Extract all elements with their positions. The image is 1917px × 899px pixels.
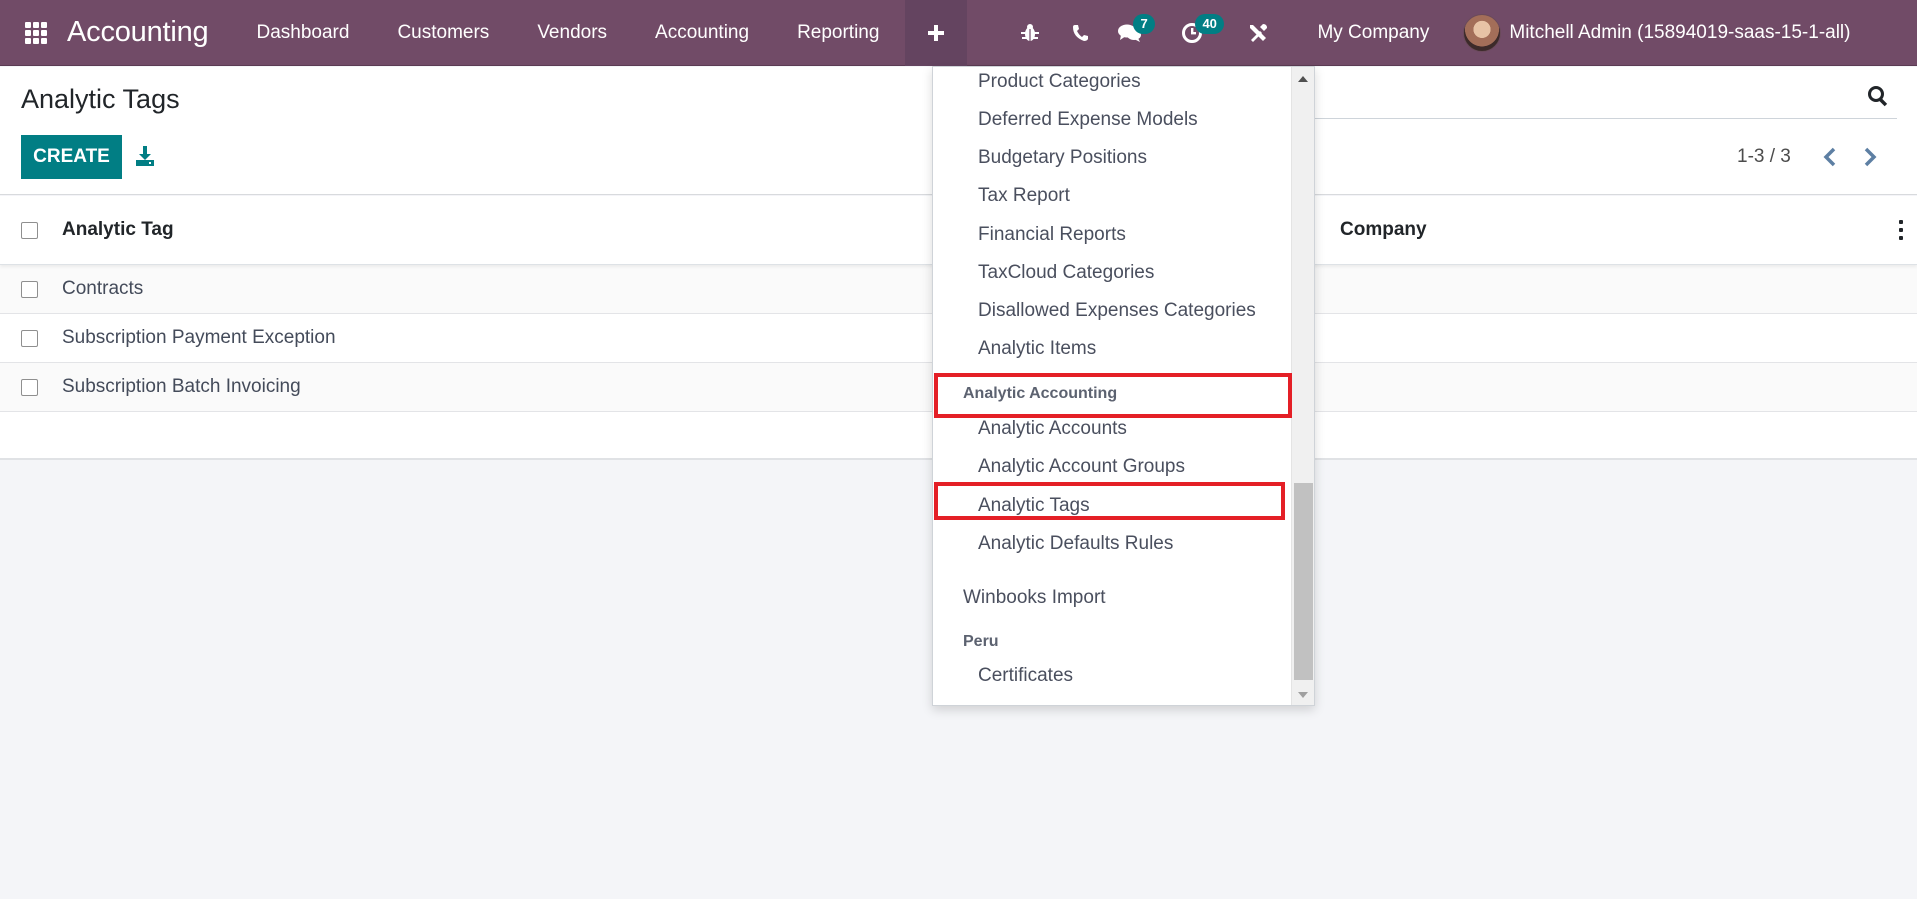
activity-clock-icon[interactable]: 40	[1167, 0, 1224, 66]
menu-item-winbooks-import[interactable]: Winbooks Import	[963, 587, 1106, 609]
column-analytic-tag[interactable]: Analytic Tag	[62, 219, 174, 241]
menu-item-analytic-tags[interactable]: Analytic Tags	[978, 495, 1090, 517]
chat-badge: 7	[1133, 13, 1155, 34]
menu-item-analytic-accounts[interactable]: Analytic Accounts	[978, 418, 1127, 440]
search-icon[interactable]	[1867, 85, 1891, 109]
menu-header-analytic-accounting: Analytic Accounting	[963, 385, 1118, 402]
menu-item-product-categories[interactable]: Product Categories	[978, 71, 1141, 93]
tools-icon[interactable]	[1233, 0, 1283, 66]
pager-value[interactable]: 1-3 / 3	[1737, 146, 1791, 168]
menu-accounting[interactable]: Accounting	[631, 0, 773, 66]
optional-columns-icon[interactable]	[1897, 220, 1905, 240]
menu-customers[interactable]: Customers	[373, 0, 513, 66]
menu-item-deferred-expense-models[interactable]: Deferred Expense Models	[978, 109, 1198, 131]
row-checkbox[interactable]	[21, 378, 38, 396]
menu-item-disallowed-expenses-categories[interactable]: Disallowed Expenses Categories	[978, 300, 1256, 322]
user-name: Mitchell Admin (15894019-saas-15-1-all)	[1509, 21, 1851, 43]
menu-item-budgetary-positions[interactable]: Budgetary Positions	[978, 147, 1147, 169]
menu-item-certificates[interactable]: Certificates	[978, 665, 1073, 687]
menu-header-peru: Peru	[963, 633, 999, 650]
scroll-down-arrow-icon[interactable]	[1298, 692, 1308, 698]
dropdown-scrollbar[interactable]	[1291, 67, 1314, 705]
menu-item-analytic-defaults-rules[interactable]: Analytic Defaults Rules	[978, 533, 1173, 555]
scroll-up-arrow-icon[interactable]	[1298, 76, 1308, 82]
menu-item-analytic-account-groups[interactable]: Analytic Account Groups	[978, 456, 1185, 478]
select-all-checkbox[interactable]	[21, 221, 38, 239]
menu-more-plus[interactable]	[905, 0, 968, 66]
chat-icon[interactable]: 7	[1105, 0, 1155, 66]
download-icon[interactable]	[134, 145, 158, 169]
pager-next-icon[interactable]	[1857, 143, 1883, 171]
app-name[interactable]: Accounting	[67, 16, 209, 49]
search-input[interactable]	[1315, 118, 1897, 119]
more-menu-dropdown: Product Categories Deferred Expense Mode…	[932, 66, 1315, 706]
pager-previous-icon[interactable]	[1817, 143, 1843, 171]
row-tag-name: Subscription Payment Exception	[62, 327, 336, 348]
menu-item-analytic-items[interactable]: Analytic Items	[978, 338, 1096, 360]
activity-badge: 40	[1195, 13, 1224, 34]
plus-icon	[928, 24, 945, 41]
row-checkbox[interactable]	[21, 280, 38, 298]
systray: 7 40	[1005, 0, 1283, 66]
row-tag-name: Contracts	[62, 278, 144, 299]
create-button[interactable]: CREATE	[21, 135, 122, 179]
scrollbar-thumb[interactable]	[1294, 483, 1313, 680]
menu-reporting[interactable]: Reporting	[773, 0, 903, 66]
apps-menu-icon[interactable]	[18, 15, 54, 51]
menu-vendors[interactable]: Vendors	[513, 0, 631, 66]
top-navbar: Accounting Dashboard Customers Vendors A…	[0, 0, 1917, 66]
column-company[interactable]: Company	[1340, 219, 1427, 241]
menu-item-taxcloud-categories[interactable]: TaxCloud Categories	[978, 262, 1154, 284]
menu-dashboard[interactable]: Dashboard	[233, 0, 374, 66]
row-checkbox[interactable]	[21, 329, 38, 347]
menu-item-financial-reports[interactable]: Financial Reports	[978, 224, 1126, 246]
phone-icon[interactable]	[1055, 0, 1105, 66]
menu-item-tax-report[interactable]: Tax Report	[978, 185, 1070, 207]
user-menu[interactable]: Mitchell Admin (15894019-saas-15-1-all)	[1463, 13, 1851, 52]
avatar	[1463, 13, 1502, 52]
row-tag-name: Subscription Batch Invoicing	[62, 376, 301, 397]
debug-icon[interactable]	[1005, 0, 1055, 66]
page-title: Analytic Tags	[21, 84, 180, 114]
company-switcher[interactable]: My Company	[1293, 22, 1453, 44]
